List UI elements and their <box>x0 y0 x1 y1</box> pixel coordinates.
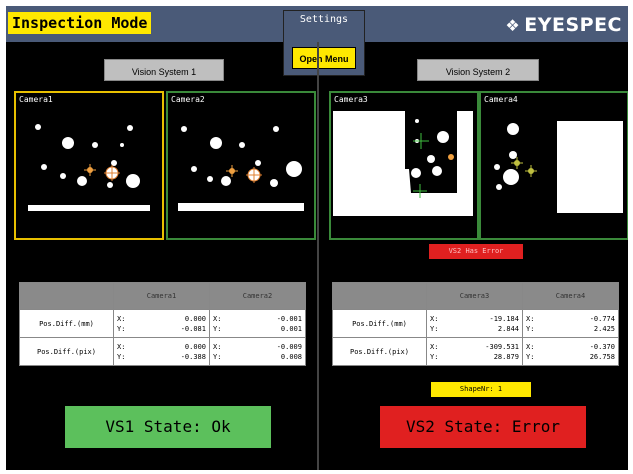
open-menu-button[interactable]: Open Menu <box>292 47 356 69</box>
vs1-state-badge: VS1 State: Ok <box>65 406 271 448</box>
table-row: Pos.Diff.(pix) X: 0.000 Y: -0.388 X: -0.009… <box>19 337 306 366</box>
value-cell: X: -0.001 Y: 0.001 <box>209 309 306 338</box>
camera3-label: Camera3 <box>334 95 368 104</box>
value-cell: X: -309.531 Y: 28.879 <box>426 337 523 366</box>
settings-label: Settings <box>299 14 349 25</box>
value-cell: X: 0.000 Y: -0.388 <box>113 337 210 366</box>
vs2-results-table: Camera3 Camera4 Pos.Diff.(mm) X: -19.184 … <box>332 282 619 366</box>
vs2-col-camera3: Camera3 <box>426 282 523 310</box>
row-label: Pos.Diff.(pix) <box>19 337 114 366</box>
brand-name: EYESPEC <box>524 14 622 36</box>
vs1-col-camera1: Camera1 <box>113 282 210 310</box>
vision-system-1-button[interactable]: Vision System 1 <box>104 59 224 81</box>
value-cell: X: -0.774 Y: 2.425 <box>522 309 619 338</box>
camera2-label: Camera2 <box>171 95 205 104</box>
table-row: Pos.Diff.(pix) X: -309.531 Y: 28.879 X: -0.… <box>332 337 619 366</box>
shape-number-badge: ShapeNr: 1 <box>431 382 531 397</box>
table-row: Pos.Diff.(mm) X: -19.184 Y: 2.844 X: -0.774… <box>332 309 619 338</box>
row-label: Pos.Diff.(pix) <box>332 337 427 366</box>
vs2-state-badge: VS2 State: Error <box>380 406 586 448</box>
brand-logo: ❖ EYESPEC <box>505 14 622 36</box>
value-cell: X: 0.000 Y: -0.081 <box>113 309 210 338</box>
camera1-view[interactable]: Camera1 <box>14 91 164 240</box>
vs1-col-camera2: Camera2 <box>209 282 306 310</box>
camera3-view[interactable]: Camera3 <box>329 91 479 240</box>
page-title: Inspection Mode <box>8 12 152 34</box>
value-cell: X: -0.009 Y: 0.008 <box>209 337 306 366</box>
system-divider <box>317 42 319 470</box>
vs1-results-table: Camera1 Camera2 Pos.Diff.(mm) X: 0.000 Y:… <box>19 282 306 366</box>
camera4-label: Camera4 <box>484 95 518 104</box>
camera3-image <box>333 111 473 216</box>
row-label: Pos.Diff.(mm) <box>332 309 427 338</box>
camera2-image <box>178 126 304 211</box>
vs2-error-message: VS2 Has Error <box>429 244 523 259</box>
row-label: Pos.Diff.(mm) <box>19 309 114 338</box>
camera1-image <box>28 124 150 211</box>
table-corner <box>332 282 427 310</box>
table-row: Pos.Diff.(mm) X: 0.000 Y: -0.081 X: -0.001 … <box>19 309 306 338</box>
inspection-screen: Inspection Mode ❖ EYESPEC Settings Open M… <box>6 6 628 470</box>
camera4-image <box>494 121 623 213</box>
vs2-col-camera4: Camera4 <box>522 282 619 310</box>
diamond-logo-icon: ❖ <box>505 16 521 35</box>
value-cell: X: -19.184 Y: 2.844 <box>426 309 523 338</box>
camera1-label: Camera1 <box>19 95 53 104</box>
camera2-view[interactable]: Camera2 <box>166 91 316 240</box>
camera4-view[interactable]: Camera4 <box>479 91 628 240</box>
vision-system-2-button[interactable]: Vision System 2 <box>417 59 539 81</box>
value-cell: X: -0.370 Y: 26.758 <box>522 337 619 366</box>
settings-panel: Settings Open Menu <box>283 10 365 76</box>
table-corner <box>19 282 114 310</box>
